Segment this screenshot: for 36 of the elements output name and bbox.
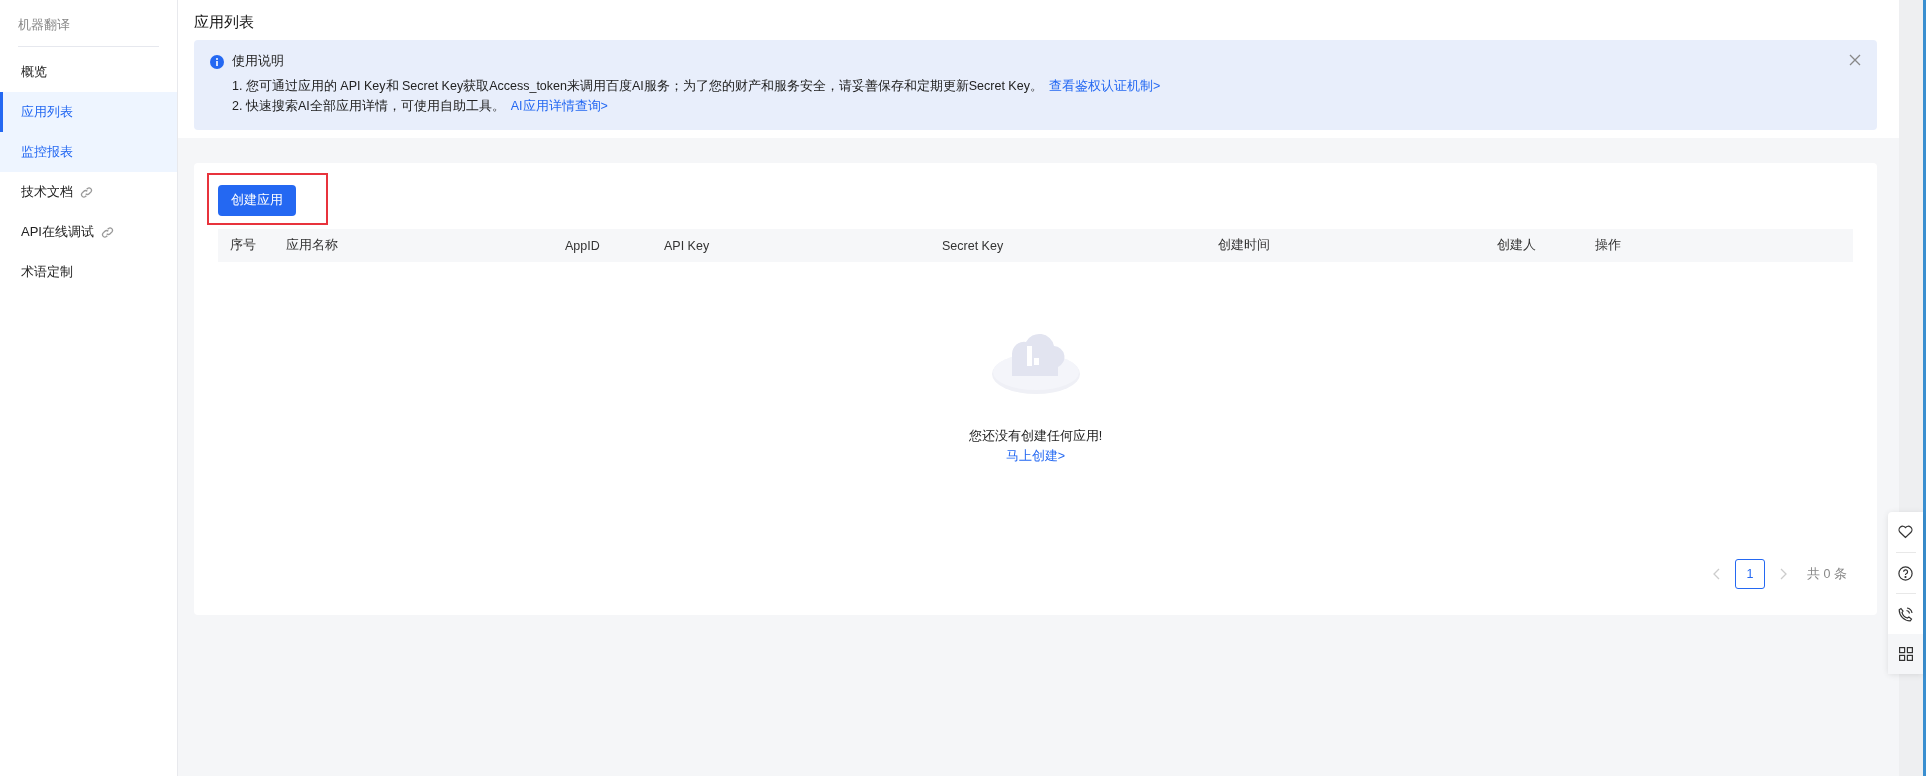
column-header: AppID: [564, 238, 601, 253]
column-header: 操作: [1594, 237, 1622, 254]
column-header: 应用名称: [285, 237, 339, 254]
sidebar-item[interactable]: API在线调试: [0, 212, 177, 252]
notice-title: 使用说明: [232, 53, 284, 70]
create-now-link[interactable]: 马上创建>: [1005, 448, 1066, 465]
notice-link[interactable]: AI应用详情查询>: [510, 99, 608, 113]
notice-text: 1. 您可通过应用的 API Key和 Secret Key获取Access_token来调用百度AI服务；为了您的财产和服务安全，请妥善保存和定期更新Secret Key。: [232, 78, 1043, 95]
help-icon[interactable]: [1898, 565, 1913, 581]
sidebar-item-label: 技术文档: [21, 183, 73, 201]
grid-icon[interactable]: [1898, 647, 1913, 661]
sidebar-item[interactable]: 概览: [0, 52, 177, 92]
page-button[interactable]: 1: [1735, 559, 1766, 589]
info-icon: [210, 54, 224, 69]
column-header: API Key: [663, 238, 711, 253]
close-icon[interactable]: [1849, 54, 1861, 66]
column-header: Secret Key: [941, 238, 1005, 253]
sidebar-item[interactable]: 应用列表: [0, 92, 177, 132]
notice-link[interactable]: 查看鉴权认证机制>: [1048, 79, 1161, 93]
sidebar-item[interactable]: 技术文档: [0, 172, 177, 212]
column-header: 创建时间: [1217, 237, 1271, 254]
sidebar-item[interactable]: 术语定制: [0, 252, 177, 292]
sidebar-item-label: API在线调试: [21, 223, 94, 241]
page-title: 应用列表: [178, 0, 1899, 40]
notice-text: 2. 快速搜索AI全部应用详情，可使用自助工具。: [232, 98, 505, 115]
phone-icon[interactable]: [1898, 606, 1913, 622]
link-icon: [80, 185, 93, 199]
sidebar-title: 机器翻译: [18, 0, 159, 47]
column-header: 序号: [229, 237, 257, 254]
link-icon: [100, 225, 114, 239]
column-header: 创建人: [1496, 237, 1537, 254]
create-app-button[interactable]: 创建应用: [218, 185, 296, 216]
heart-icon[interactable]: [1898, 525, 1913, 539]
empty-message: 您还没有创建任何应用!: [968, 428, 1103, 445]
sidebar-item[interactable]: 监控报表: [0, 132, 177, 172]
total-count: 共 0 条: [1807, 565, 1847, 583]
